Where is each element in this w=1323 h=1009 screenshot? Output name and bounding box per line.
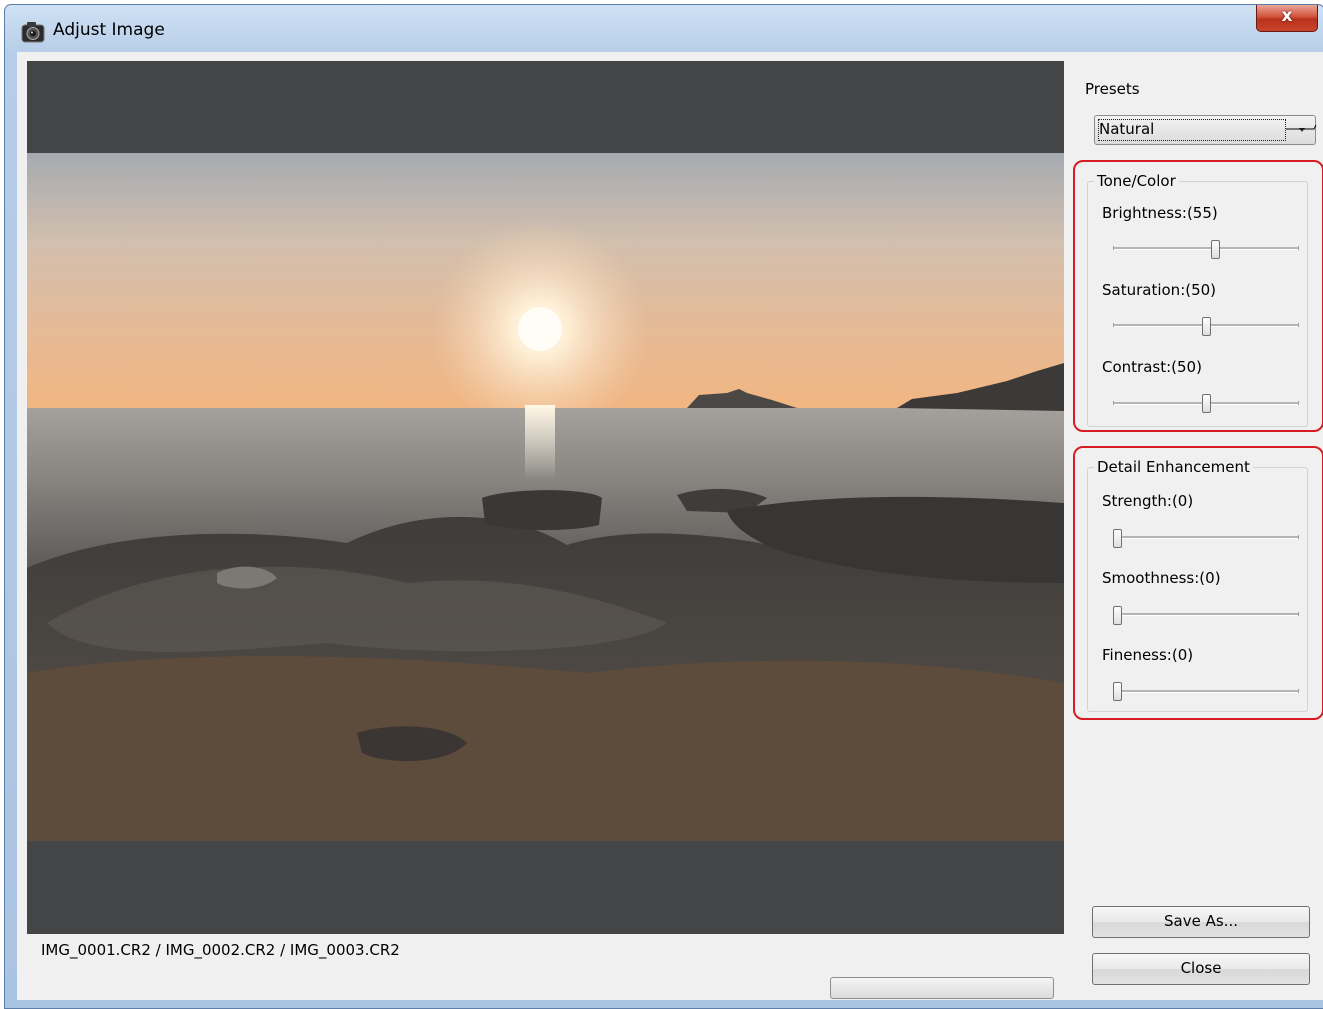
- brightness-slider-thumb[interactable]: [1211, 240, 1220, 259]
- fineness-label: Fineness:(0): [1102, 646, 1194, 664]
- fineness-slider-tick: [1298, 689, 1299, 693]
- brightness-slider-tick: [1113, 246, 1114, 250]
- fineness-slider-thumb[interactable]: [1113, 682, 1122, 701]
- smoothness-slider-tick: [1298, 612, 1299, 616]
- contrast-label: Contrast:(50): [1102, 358, 1202, 376]
- fineness-slider-track[interactable]: [1113, 690, 1299, 693]
- save-as-button[interactable]: Save As...: [1092, 906, 1310, 938]
- saturation-slider-thumb[interactable]: [1202, 317, 1211, 336]
- contrast-slider-tick: [1298, 401, 1299, 405]
- adjust-image-window: Adjust Image x IMG_0001.CR2 / IMG_0002.C…: [4, 4, 1323, 1009]
- saturation-slider-tick: [1113, 323, 1114, 327]
- image-preview: [27, 61, 1064, 934]
- smoothness-slider-track[interactable]: [1113, 613, 1299, 616]
- strength-slider-thumb[interactable]: [1113, 529, 1122, 548]
- strength-label: Strength:(0): [1102, 492, 1194, 510]
- presets-label: Presets: [1085, 80, 1140, 98]
- contrast-slider-tick: [1113, 401, 1114, 405]
- presets-selected-value: Natural: [1099, 120, 1155, 138]
- saturation-label: Saturation:(50): [1102, 281, 1217, 299]
- close-icon[interactable]: x: [1256, 5, 1318, 32]
- callout-line: [1286, 125, 1317, 130]
- contrast-slider-thumb[interactable]: [1202, 394, 1211, 413]
- title-bar[interactable]: Adjust Image x: [5, 5, 1323, 51]
- presets-dropdown[interactable]: Natural: [1094, 115, 1316, 145]
- file-list-label: IMG_0001.CR2 / IMG_0002.CR2 / IMG_0003.C…: [41, 941, 400, 959]
- strength-slider-track[interactable]: [1113, 536, 1299, 539]
- dialog-client-area: IMG_0001.CR2 / IMG_0002.CR2 / IMG_0003.C…: [17, 52, 1323, 1000]
- camera-icon: [21, 22, 45, 43]
- strength-slider-tick: [1298, 535, 1299, 539]
- brightness-slider-tick: [1298, 246, 1299, 250]
- brightness-label: Brightness:(55): [1102, 204, 1218, 222]
- preview-image: [27, 153, 1064, 841]
- progress-bar: [830, 977, 1054, 999]
- saturation-slider-tick: [1298, 323, 1299, 327]
- brightness-slider-track[interactable]: [1113, 247, 1299, 250]
- smoothness-label: Smoothness:(0): [1102, 569, 1221, 587]
- close-button[interactable]: Close: [1092, 953, 1310, 985]
- window-title: Adjust Image: [53, 20, 165, 40]
- smoothness-slider-thumb[interactable]: [1113, 606, 1122, 625]
